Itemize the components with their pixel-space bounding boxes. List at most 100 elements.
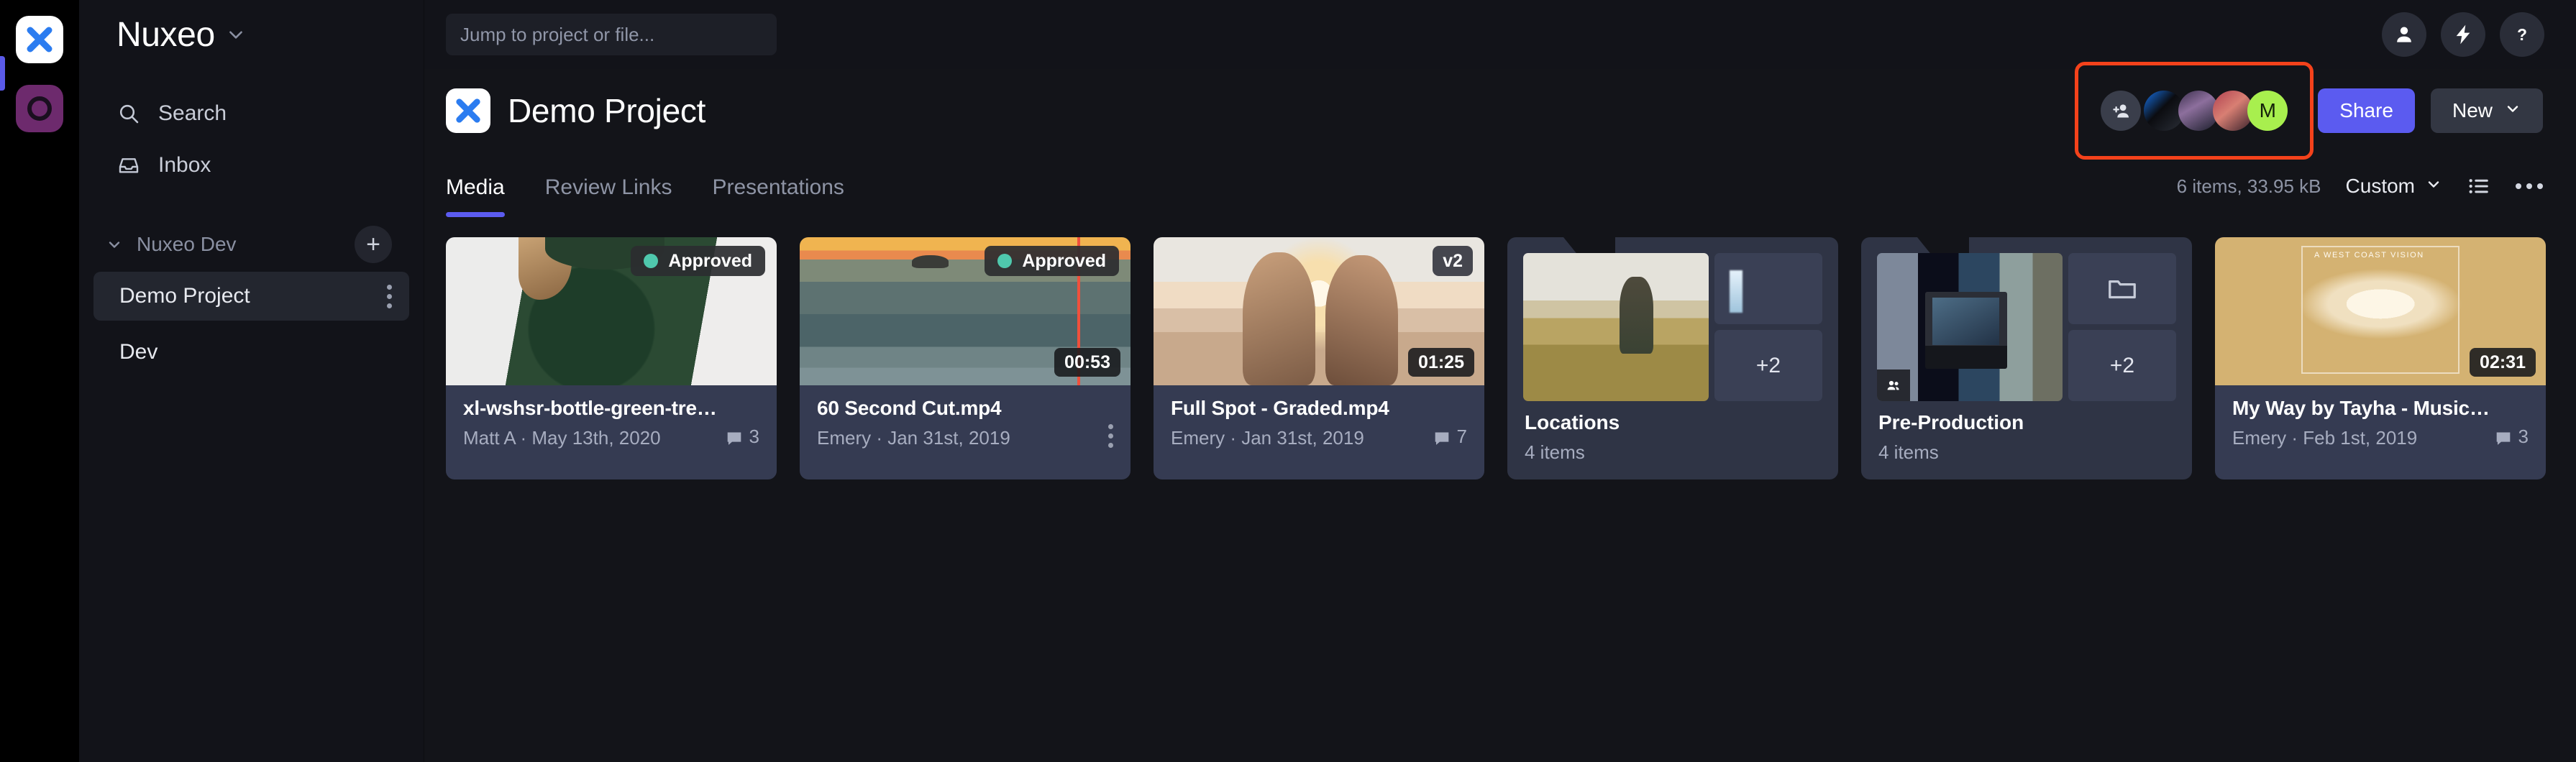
- asset-info: xl-wshsr-bottle-green-trend... Matt A · …: [446, 385, 777, 464]
- folder-thumbnail-small: [1714, 253, 1822, 324]
- status-dot-icon: [997, 254, 1013, 268]
- asset-meta: Emery · Jan 31st, 2019: [1171, 427, 1364, 449]
- project-avatar: [446, 88, 490, 133]
- comment-icon: [2494, 429, 2513, 448]
- folder-thumbnail-main: [1877, 253, 2063, 401]
- asset-thumbnail[interactable]: Approved 00:53: [800, 237, 1131, 385]
- sidebar-nav: Search Inbox: [79, 69, 424, 191]
- search-input[interactable]: Jump to project or file...: [446, 14, 777, 55]
- collaborators-group[interactable]: M: [2075, 62, 2314, 160]
- main-content: Jump to project or file... ? Demo Projec…: [424, 0, 2576, 762]
- duration-badge: 01:25: [1408, 348, 1474, 377]
- other-workspace-icon[interactable]: [16, 85, 63, 132]
- folder-preview: +2: [1861, 237, 2192, 401]
- lightning-icon[interactable]: [2441, 12, 2485, 57]
- folder-item-count: 4 items: [1878, 441, 1939, 463]
- asset-info: Full Spot - Graded.mp4 Emery · Jan 31st,…: [1154, 385, 1484, 464]
- comment-icon: [1433, 429, 1451, 448]
- asset-card[interactable]: v2 01:25 Full Spot - Graded.mp4 Emery · …: [1154, 237, 1484, 479]
- comment-count: 3: [725, 426, 759, 449]
- comment-count: 3: [2494, 426, 2529, 449]
- asset-meta: Emery · Jan 31st, 2019: [817, 427, 1010, 449]
- avatar-stack: M: [2101, 91, 2288, 131]
- folder-info: Pre-Production 4 items: [1861, 401, 2192, 479]
- items-summary: 6 items, 33.95 kB: [2176, 175, 2321, 197]
- tab-media[interactable]: Media: [446, 177, 505, 217]
- sidebar-item-dev[interactable]: Dev: [93, 328, 409, 377]
- tab-presentations[interactable]: Presentations: [712, 177, 844, 217]
- sidebar: Nuxeo Search Inbox Nuxeo Dev + Demo Proj…: [79, 0, 424, 762]
- search-icon: [117, 101, 141, 126]
- folder-thumbnail-side: +2: [2068, 253, 2176, 401]
- asset-info: My Way by Tayha - MusicBe... Emery · Feb…: [2215, 385, 2546, 464]
- new-button-label: New: [2452, 99, 2493, 121]
- status-badge-label: Approved: [1022, 250, 1106, 271]
- asset-meta: Matt A · May 13th, 2020: [463, 427, 661, 449]
- add-project-button[interactable]: +: [355, 226, 392, 263]
- status-dot-icon: [644, 254, 659, 268]
- status-badge-label: Approved: [668, 250, 752, 271]
- frameio-app-icon[interactable]: [16, 16, 63, 63]
- tab-review-links[interactable]: Review Links: [545, 177, 672, 217]
- asset-thumbnail[interactable]: v2 01:25: [1154, 237, 1484, 385]
- asset-name: My Way by Tayha - MusicBe...: [2232, 397, 2494, 419]
- asset-info-text: 60 Second Cut.mp4 Emery · Jan 31st, 2019: [817, 397, 1108, 449]
- tree-item-label: Demo Project: [119, 284, 250, 308]
- tree-group-header[interactable]: Nuxeo Dev +: [79, 224, 424, 265]
- folder-preview: +2: [1507, 237, 1838, 401]
- sidebar-item-label: Search: [158, 101, 227, 125]
- sort-dropdown[interactable]: Custom: [2346, 175, 2442, 198]
- folder-thumbnail-main: [1523, 253, 1709, 401]
- new-button[interactable]: New: [2430, 88, 2543, 133]
- asset-meta: Emery · Feb 1st, 2019: [2232, 427, 2418, 449]
- account-icon[interactable]: [2382, 12, 2426, 57]
- search-placeholder: Jump to project or file...: [460, 23, 655, 45]
- folder-name: Pre-Production: [1878, 411, 2024, 433]
- comment-count: 7: [1433, 426, 1467, 449]
- asset-name: Full Spot - Graded.mp4: [1171, 397, 1389, 419]
- workspace-switcher[interactable]: Nuxeo: [79, 0, 424, 69]
- more-horizontal-icon[interactable]: [2516, 183, 2543, 189]
- asset-card[interactable]: A WEST COAST VISION 02:31 My Way by Tayh…: [2215, 237, 2546, 479]
- asset-info-text: xl-wshsr-bottle-green-trend... Matt A · …: [463, 397, 725, 449]
- workspace-name: Nuxeo: [117, 15, 215, 54]
- sidebar-item-demo-project[interactable]: Demo Project: [93, 272, 409, 321]
- top-bar: Jump to project or file... ?: [424, 0, 2576, 69]
- asset-grid: Approved xl-wshsr-bottle-green-trend... …: [424, 217, 2576, 479]
- list-view-icon[interactable]: [2467, 174, 2491, 198]
- folder-card[interactable]: +2 Locations 4 items: [1507, 237, 1838, 479]
- folder-card[interactable]: +2 Pre-Production 4 items: [1861, 237, 2192, 479]
- asset-name: xl-wshsr-bottle-green-trend...: [463, 397, 725, 419]
- tab-list: Media Review Links Presentations: [446, 152, 844, 217]
- asset-options[interactable]: [1108, 424, 1113, 449]
- project-header: Demo Project M Share New: [424, 62, 2576, 160]
- share-button[interactable]: Share: [2318, 88, 2415, 133]
- asset-info-text: My Way by Tayha - MusicBe... Emery · Feb…: [2232, 397, 2494, 449]
- project-options-icon[interactable]: [387, 284, 392, 308]
- duration-badge: 02:31: [2470, 348, 2536, 377]
- more-vertical-icon[interactable]: [1108, 424, 1113, 448]
- folder-more-count: +2: [1714, 330, 1822, 401]
- duration-badge: 00:53: [1054, 348, 1120, 377]
- view-toolbar: 6 items, 33.95 kB Custom: [2177, 174, 2543, 217]
- avatar[interactable]: M: [2247, 91, 2288, 131]
- o-logo-icon: [27, 96, 52, 121]
- asset-thumbnail[interactable]: A WEST COAST VISION 02:31: [2215, 237, 2546, 385]
- asset-card[interactable]: Approved xl-wshsr-bottle-green-trend... …: [446, 237, 777, 479]
- x-logo-icon: [27, 27, 52, 52]
- asset-thumbnail[interactable]: Approved: [446, 237, 777, 385]
- status-badge: Approved: [631, 246, 765, 276]
- x-logo-icon: [456, 98, 480, 123]
- chevron-down-icon: [2504, 99, 2521, 122]
- comment-count-label: 3: [2518, 426, 2529, 447]
- folder-info: Locations 4 items: [1507, 401, 1838, 479]
- add-collaborator-icon[interactable]: [2101, 91, 2142, 131]
- asset-card[interactable]: Approved 00:53 60 Second Cut.mp4 Emery ·…: [800, 237, 1131, 479]
- chevron-down-icon: [2425, 175, 2442, 198]
- sidebar-item-search[interactable]: Search: [79, 88, 424, 139]
- comment-count-label: 7: [1456, 426, 1467, 447]
- svg-text:?: ?: [2517, 25, 2527, 44]
- help-icon[interactable]: ?: [2500, 12, 2544, 57]
- sidebar-item-inbox[interactable]: Inbox: [79, 139, 424, 191]
- sidebar-item-label: Inbox: [158, 153, 211, 177]
